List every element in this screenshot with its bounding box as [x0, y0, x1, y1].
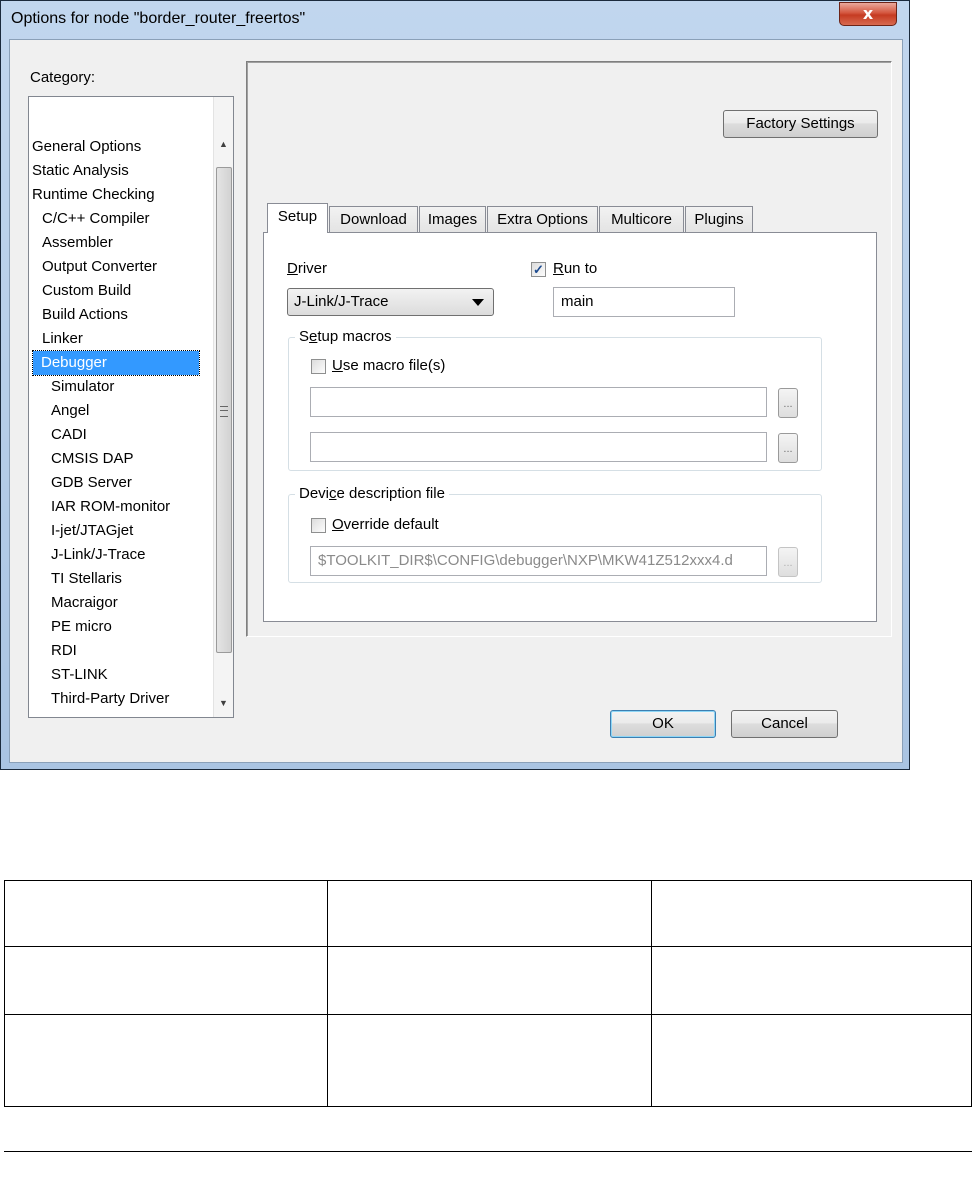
table-cell [4, 946, 328, 1015]
category-item[interactable]: Runtime Checking [32, 183, 155, 207]
table-row [4, 1014, 972, 1107]
scroll-thumb[interactable] [216, 167, 232, 653]
cancel-button[interactable]: Cancel [731, 710, 838, 738]
device-description-label: Device description file [295, 485, 449, 502]
category-item[interactable]: GDB Server [51, 471, 132, 495]
setup-macros-label: Setup macros [295, 328, 396, 345]
grip-icon [220, 406, 228, 417]
override-default-label: Override default [332, 516, 439, 533]
table-cell [651, 946, 972, 1015]
title-bar[interactable]: Options for node "border_router_freertos… [1, 1, 909, 41]
category-item[interactable]: CADI [51, 423, 87, 447]
category-item[interactable]: Third-Party Driver [51, 687, 169, 711]
tab-multicore[interactable]: Multicore [599, 206, 684, 233]
table-row [4, 880, 972, 947]
table-cell [651, 1014, 972, 1107]
category-scrollbar[interactable]: ▲ ▼ [213, 97, 233, 717]
category-item[interactable]: Debugger [32, 350, 200, 376]
macro-file-input-1[interactable] [310, 387, 767, 417]
tab-plugins[interactable]: Plugins [685, 206, 753, 233]
tab-download[interactable]: Download [329, 206, 418, 233]
category-item[interactable]: Build Actions [42, 303, 128, 327]
browse-macro-2-button[interactable]: ... [778, 433, 798, 463]
dropdown-arrow-icon [472, 299, 484, 306]
browse-device-button: ... [778, 547, 798, 577]
category-item[interactable]: General Options [32, 135, 141, 159]
category-item[interactable]: CMSIS DAP [51, 447, 134, 471]
category-item[interactable]: Angel [51, 399, 89, 423]
use-macro-checkbox[interactable] [311, 359, 326, 374]
browse-macro-1-button[interactable]: ... [778, 388, 798, 418]
category-item[interactable]: Assembler [42, 231, 113, 255]
table-cell [327, 946, 652, 1015]
run-to-checkbox[interactable]: ✓ [531, 262, 546, 277]
category-item[interactable]: PE micro [51, 615, 112, 639]
page-divider [4, 1151, 972, 1152]
category-item[interactable]: C/C++ Compiler [42, 207, 150, 231]
category-item[interactable]: Custom Build [42, 279, 131, 303]
category-label: Category: [30, 69, 96, 86]
driver-value: J-Link/J-Trace [294, 293, 389, 310]
table-cell [4, 880, 328, 947]
table-cell [651, 880, 972, 947]
category-item[interactable]: J-Link/J-Trace [51, 543, 145, 567]
ok-button[interactable]: OK [610, 710, 716, 738]
tab-images[interactable]: Images [419, 206, 486, 233]
table-row [4, 946, 972, 1015]
device-file-input: $TOOLKIT_DIR$\CONFIG\debugger\NXP\MKW41Z… [310, 546, 767, 576]
table-cell [327, 1014, 652, 1107]
category-item[interactable]: IAR ROM-monitor [51, 495, 170, 519]
table-cell [327, 880, 652, 947]
category-item[interactable]: Simulator [51, 375, 114, 399]
category-item[interactable]: Linker [42, 327, 83, 351]
category-item[interactable]: TI Stellaris [51, 567, 122, 591]
tab-setup[interactable]: Setup [267, 203, 328, 233]
factory-settings-button[interactable]: Factory Settings [723, 110, 878, 138]
run-to-label: Run to [553, 260, 598, 277]
driver-select[interactable]: J-Link/J-Trace [287, 288, 494, 316]
category-item[interactable]: RDI [51, 639, 77, 663]
close-button[interactable]: x [839, 2, 897, 26]
category-item[interactable]: Static Analysis [32, 159, 129, 183]
table-cell [4, 1014, 328, 1107]
scroll-down-icon[interactable]: ▼ [214, 694, 233, 712]
tab-extra-options[interactable]: Extra Options [487, 206, 598, 233]
window-title: Options for node "border_router_freertos… [11, 10, 306, 27]
category-item[interactable]: Output Converter [42, 255, 157, 279]
run-to-input[interactable]: main [553, 287, 735, 317]
category-list[interactable]: ▲ ▼ General Options Static Analysis Runtim… [28, 96, 234, 718]
category-item[interactable]: I-jet/JTAGjet [51, 519, 133, 543]
override-default-checkbox[interactable] [311, 518, 326, 533]
use-macro-label: Use macro file(s) [332, 357, 446, 374]
driver-label: Driver [287, 260, 328, 277]
category-item[interactable]: ST-LINK [51, 663, 108, 687]
category-item[interactable]: Macraigor [51, 591, 118, 615]
empty-table [4, 880, 972, 1107]
scroll-up-icon[interactable]: ▲ [214, 135, 233, 153]
macro-file-input-2[interactable] [310, 432, 767, 462]
